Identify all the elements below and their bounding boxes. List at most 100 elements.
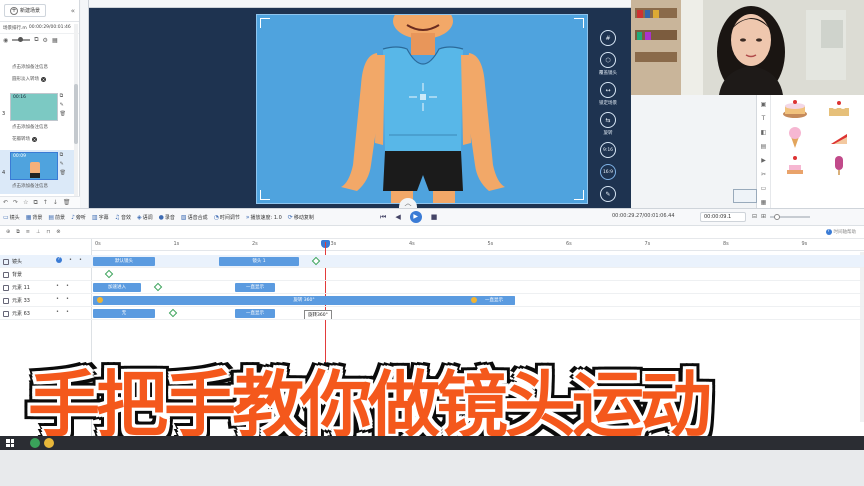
keyframe-diamond[interactable] <box>153 282 163 292</box>
lock-scene-button[interactable]: ↔ <box>600 82 616 98</box>
copy-icon[interactable]: ⧉ <box>33 199 37 207</box>
app-icon-yellow[interactable] <box>44 438 54 448</box>
undo-icon[interactable]: ↶ <box>3 199 8 206</box>
scene-visibility-icon[interactable]: ◉ <box>3 37 8 44</box>
scene-slider[interactable] <box>12 37 31 42</box>
timeline-clip[interactable]: 一直显示 <box>235 309 275 318</box>
asset-item-icecream[interactable] <box>775 125 815 149</box>
zoom-slider-knob[interactable] <box>774 213 781 220</box>
tool-subtitle[interactable]: ▥ 字幕 <box>89 214 112 221</box>
copy-icon[interactable]: ⧉ <box>60 152 66 158</box>
text-icon[interactable]: T <box>762 115 766 122</box>
tool-record[interactable]: ● 录音 <box>156 214 178 221</box>
keyframe-diamond[interactable] <box>311 256 321 266</box>
timeline-help-link[interactable]: ? 时间轴帮助 <box>825 229 856 235</box>
scene-grid-icon[interactable]: ▦ <box>52 37 58 44</box>
arrow-down-icon[interactable]: ↓ <box>53 199 58 206</box>
delete-track-icon[interactable]: ⊗ <box>56 229 60 235</box>
tool-background[interactable]: ▦ 背景 <box>23 214 46 221</box>
tool-audio[interactable]: ♪ 旁听 <box>68 214 89 221</box>
scene-item[interactable]: 3 00:16 点击添加备注信息 花瓣转场 × ⧉ ✎ 🗑 <box>0 91 74 149</box>
tool-move-copy[interactable]: ⟳ 移动复制 <box>285 214 317 221</box>
stop-icon[interactable]: ■ <box>431 213 438 221</box>
scene-thumbnail[interactable]: 00:16 <box>10 93 58 121</box>
edit-icon[interactable]: ✎ <box>60 161 66 167</box>
step-back-icon[interactable]: ⏮ <box>380 213 386 222</box>
tool-time-adjust[interactable]: ◔ 时间调节 <box>211 214 243 221</box>
chart-icon[interactable]: ▤ <box>761 143 767 150</box>
timeline-clip[interactable]: 默认镜头 <box>93 257 155 266</box>
folder-icon[interactable]: ▭ <box>761 185 767 192</box>
scene-transition-tag[interactable]: 花瓣转场 × <box>12 136 37 142</box>
close-icon[interactable]: × <box>32 136 37 142</box>
keyframe-diamond[interactable] <box>168 308 178 318</box>
asset-item-dessert[interactable] <box>819 97 859 121</box>
timeline-clip[interactable]: 旋转 360° <box>93 296 515 305</box>
timeline-clip[interactable]: 加速进入 <box>93 283 141 292</box>
arrow-up-icon[interactable]: ↑ <box>43 199 48 206</box>
video-icon[interactable]: ▶ <box>761 157 766 164</box>
align-icon[interactable]: ≡ <box>26 229 30 235</box>
time-ruler[interactable]: 0s 1s 2s 3s 4s 5s 6s 7s 8s 9s <box>92 239 864 251</box>
tool-playback-speed[interactable]: » 播放速度: 1.0 <box>243 214 285 221</box>
scene-settings-icon[interactable]: ⚙ <box>43 37 48 44</box>
tool-tone[interactable]: ◈ 语调 <box>134 214 156 221</box>
lock-icon[interactable]: • <box>66 283 69 289</box>
lock-icon[interactable]: • <box>66 309 69 315</box>
scene-item-selected[interactable]: 4 00:09 点击添加备注信息 ⧉ ✎ 🗑 <box>0 150 74 194</box>
shape-icon[interactable]: ◧ <box>761 129 767 136</box>
redo-icon[interactable]: ↷ <box>13 199 18 206</box>
copy-track-icon[interactable]: ⧉ <box>16 229 20 235</box>
lock-icon[interactable]: • <box>66 296 69 302</box>
character-illustration[interactable] <box>257 15 588 204</box>
tool-foreground[interactable]: ▤ 前景 <box>45 214 68 221</box>
track-help-icon[interactable]: ? <box>56 257 62 263</box>
tools-icon[interactable]: ✂ <box>761 171 766 178</box>
scene-thumbnail[interactable]: 00:09 <box>10 152 58 180</box>
merge-icon[interactable]: ⊓ <box>46 229 50 235</box>
cover-camera-button[interactable]: ⬡ <box>600 52 616 68</box>
asset-item-tower-cake[interactable] <box>775 153 815 177</box>
timeline-clip[interactable]: 一直显示 <box>235 283 275 292</box>
delete-icon[interactable]: 🗑 <box>60 170 66 176</box>
keyframe-diamond[interactable] <box>104 269 114 279</box>
rewind-icon[interactable]: ◀ <box>395 213 400 221</box>
app-icon-green[interactable] <box>30 438 40 448</box>
timeline-track[interactable]: 元素 33 • • 旋转 360° 一直显示 <box>0 294 864 307</box>
scrollbar-thumb[interactable] <box>74 84 78 144</box>
collapse-panel-icon[interactable]: « <box>71 7 75 15</box>
ratio-9-16-button[interactable]: 9:16 <box>600 142 616 158</box>
screenshot-widget[interactable] <box>733 189 757 203</box>
timeline-track[interactable]: 元素 63 • • 无一直显示 <box>0 307 864 320</box>
time-input[interactable]: 00:00:09.1 <box>700 212 746 222</box>
tool-sound-effect[interactable]: ♫ 音效 <box>112 214 134 221</box>
play-button[interactable]: ▶ <box>409 211 422 223</box>
delete-icon[interactable]: 🗑 <box>63 199 71 206</box>
scene-copy-icon[interactable]: ⧉ <box>34 36 38 44</box>
stage-frame[interactable] <box>256 14 588 204</box>
timeline-clip[interactable]: 一直显示 <box>473 296 515 305</box>
windows-start-icon[interactable] <box>6 439 14 447</box>
image-icon[interactable]: ▣ <box>761 101 767 108</box>
zoom-out-icon[interactable]: ⊟ <box>752 213 757 220</box>
zoom-in-icon[interactable]: ⊞ <box>761 213 766 220</box>
timeline-track[interactable]: 背景 <box>0 268 864 281</box>
camera-hash-button[interactable]: # <box>600 30 616 46</box>
zoom-slider[interactable] <box>770 213 811 220</box>
visibility-icon[interactable]: • <box>56 283 59 289</box>
asset-item-popsicle[interactable] <box>819 153 859 177</box>
copy-icon[interactable]: ⧉ <box>60 93 66 99</box>
close-icon[interactable]: × <box>41 76 46 82</box>
timeline-track[interactable]: 元素 11 • • 加速进入 一直显示 <box>0 281 864 294</box>
star-icon[interactable]: ☆ <box>23 199 28 206</box>
timeline-clip[interactable]: 无 <box>93 309 155 318</box>
edit-icon[interactable]: ✎ <box>60 102 66 108</box>
ratio-16-9-button[interactable]: 16:9 <box>600 164 616 180</box>
delete-icon[interactable]: 🗑 <box>60 111 66 117</box>
lock-icon[interactable]: • <box>79 257 82 263</box>
visibility-icon[interactable]: • <box>56 296 59 302</box>
scene-transition-tag[interactable]: 圆形淡入转场 × <box>12 76 46 82</box>
tool-camera[interactable]: ▭ 镜头 <box>0 214 23 221</box>
scene-item[interactable]: 点击添加备注信息 圆形淡入转场 × <box>0 58 74 88</box>
draw-button[interactable]: ✎ <box>600 186 616 202</box>
